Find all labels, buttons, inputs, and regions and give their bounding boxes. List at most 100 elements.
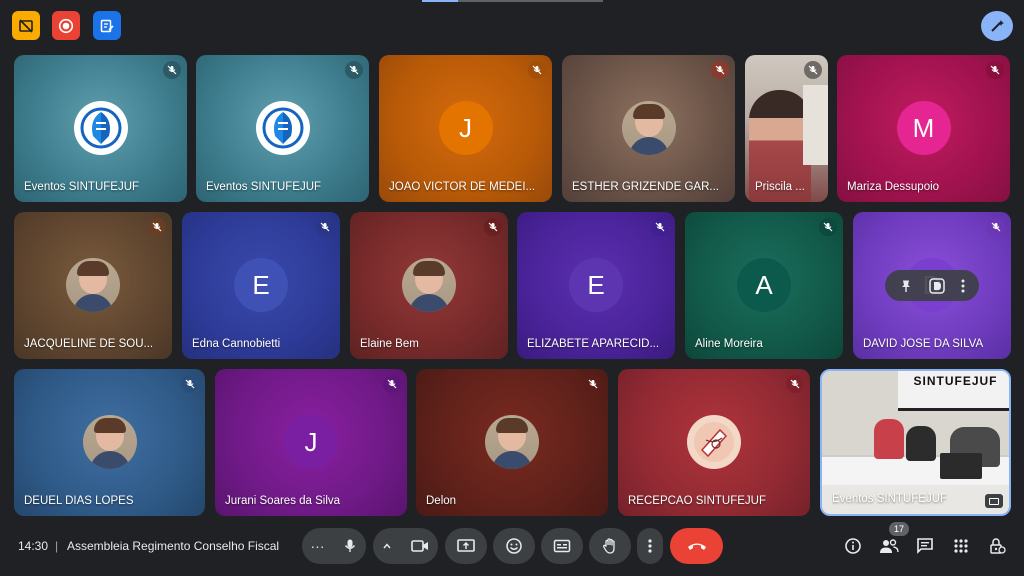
sintufejuf-logo-icon	[73, 101, 128, 155]
muted-mic-icon	[181, 375, 199, 393]
participant-tile[interactable]: ESTHER GRIZENDE GAR...	[562, 55, 735, 202]
people-icon	[880, 539, 899, 553]
participant-name: DAVID JOSE DA SILVA	[863, 338, 984, 350]
participant-name: Eventos SINTUFEJUF	[832, 493, 948, 505]
muted-mic-icon	[711, 61, 729, 79]
captions-icon	[553, 539, 571, 553]
emoji-icon	[506, 538, 522, 554]
avatar-initial: J	[459, 112, 472, 143]
participant-initial-avatar: E	[234, 258, 288, 312]
participant-name: Edna Cannobietti	[192, 338, 281, 350]
leave-call-button[interactable]	[670, 528, 723, 564]
frame-icon[interactable]	[928, 277, 946, 295]
muted-mic-icon	[651, 218, 669, 236]
participant-tile[interactable]: J JOAO VICTOR DE MEDEI...	[379, 55, 552, 202]
muted-mic-icon	[163, 61, 181, 79]
participant-name: DEUEL DIAS LOPES	[24, 495, 134, 507]
video-laptop	[940, 453, 982, 479]
participant-initial-avatar: J	[438, 101, 493, 155]
participant-photo	[402, 258, 456, 312]
camera-control[interactable]	[373, 528, 438, 564]
more-options-button[interactable]	[637, 528, 663, 564]
muted-mic-icon	[148, 218, 166, 236]
more-vert-icon	[648, 539, 652, 553]
info-icon	[845, 538, 861, 554]
participant-tile[interactable]: E ELIZABETE APARECID...	[517, 212, 675, 359]
more-audio-options-icon[interactable]: ···	[311, 538, 325, 554]
participant-tile[interactable]: Eventos SINTUFEJUF	[14, 55, 187, 202]
gemini-edit-icon[interactable]	[981, 11, 1013, 41]
chat-button[interactable]	[913, 534, 937, 558]
host-lock-person-icon	[990, 538, 1006, 554]
participant-name: Eventos SINTUFEJUF	[206, 181, 322, 193]
visual-effects-off-icon[interactable]	[12, 11, 40, 40]
activities-button[interactable]	[949, 534, 973, 558]
participant-name: Eventos SINTUFEJUF	[24, 181, 140, 193]
participant-tile[interactable]: Elaine Bem	[350, 212, 508, 359]
people-button[interactable]	[877, 534, 901, 558]
participant-tile[interactable]: E Edna Cannobietti	[182, 212, 340, 359]
muted-mic-icon	[316, 218, 334, 236]
present-screen-icon	[457, 539, 475, 552]
reception-logo-icon	[687, 415, 741, 469]
top-progress-track	[458, 0, 603, 2]
people-count-badge: 17	[889, 522, 909, 536]
participant-tile[interactable]: Eventos SINTUFEJUF	[196, 55, 369, 202]
avatar-initial: E	[252, 269, 270, 300]
participant-tile[interactable]: M Mariza Dessupoio	[837, 55, 1010, 202]
participant-tile[interactable]: Delon	[416, 369, 608, 516]
participant-initial-avatar: M	[896, 101, 951, 155]
more-vert-icon[interactable]	[961, 279, 965, 293]
microphone-control[interactable]: ···	[302, 528, 366, 564]
participant-initial-avatar: A	[737, 258, 791, 312]
top-progress-accent	[422, 0, 458, 2]
participant-tile[interactable]: J Jurani Soares da Silva	[215, 369, 407, 516]
video-person-2	[906, 426, 936, 461]
meeting-details-button[interactable]	[841, 534, 865, 558]
participant-photo	[485, 415, 539, 469]
host-controls-button[interactable]	[985, 534, 1009, 558]
sintufejuf-logo-icon	[255, 101, 310, 155]
muted-mic-icon	[986, 61, 1004, 79]
notes-edit-icon[interactable]	[93, 11, 121, 40]
participant-tile[interactable]: D DAVID JOSE DA SILVA	[853, 212, 1011, 359]
raise-hand-icon	[603, 538, 615, 554]
video-window	[803, 85, 828, 165]
participant-name: JACQUELINE DE SOU...	[24, 338, 154, 350]
muted-mic-icon	[584, 375, 602, 393]
participant-tile[interactable]: RECEPCAO SINTUFEJUF	[618, 369, 810, 516]
microphone-icon[interactable]	[342, 538, 358, 554]
participant-tile[interactable]: JACQUELINE DE SOU...	[14, 212, 172, 359]
participant-name: Priscila ...	[755, 181, 805, 193]
tile-hover-controls	[885, 270, 979, 301]
captions-button[interactable]	[541, 528, 583, 564]
camera-icon[interactable]	[410, 539, 429, 553]
avatar-initial: J	[304, 426, 318, 457]
avatar-initial: E	[587, 269, 605, 300]
muted-mic-icon	[484, 218, 502, 236]
apps-grid-icon	[954, 539, 968, 553]
participant-tile[interactable]: DEUEL DIAS LOPES	[14, 369, 205, 516]
raise-hand-button[interactable]	[589, 528, 631, 564]
video-banner: SINTUFEJUF	[898, 371, 1009, 411]
recording-icon[interactable]	[52, 11, 80, 40]
muted-mic-icon	[786, 375, 804, 393]
participant-tile[interactable]: Priscila ...	[745, 55, 828, 202]
present-screen-button[interactable]	[445, 528, 487, 564]
avatar-initial: M	[912, 112, 935, 143]
participant-tile[interactable]: A Aline Moreira	[685, 212, 843, 359]
participant-name: ESTHER GRIZENDE GAR...	[572, 181, 719, 193]
participant-initial-avatar: J	[284, 415, 338, 469]
participant-name: Elaine Bem	[360, 338, 419, 350]
participant-name: JOAO VICTOR DE MEDEI...	[389, 181, 536, 193]
participant-name: Delon	[426, 495, 457, 507]
video-person-1	[874, 419, 904, 459]
reactions-button[interactable]	[493, 528, 535, 564]
bottom-control-bar: 14:30 | Assembleia Regimento Conselho Fi…	[0, 520, 1024, 576]
participant-photo	[82, 415, 137, 469]
participant-name: Jurani Soares da Silva	[225, 495, 341, 507]
pip-icon[interactable]	[985, 494, 1003, 508]
pin-icon[interactable]	[899, 279, 913, 293]
participant-tile[interactable]: SINTUFEJUF Eventos SINTUFEJUF	[820, 369, 1011, 516]
chevron-up-icon[interactable]	[382, 541, 392, 551]
